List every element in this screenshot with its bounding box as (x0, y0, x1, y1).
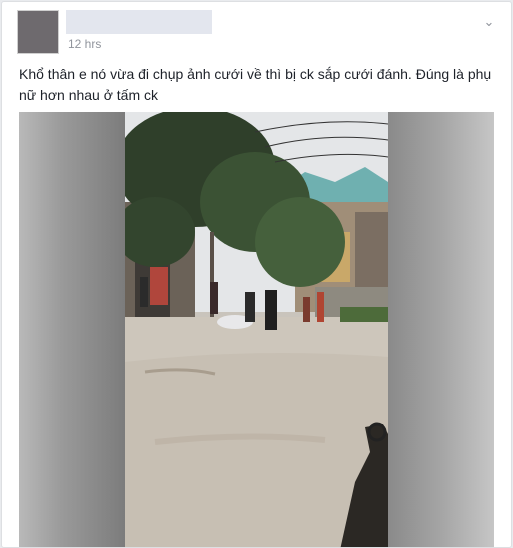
video-frame[interactable] (125, 112, 388, 547)
video-player[interactable] (19, 112, 494, 547)
video-blur-left (19, 112, 125, 547)
chevron-down-icon[interactable]: ⌄ (481, 14, 497, 30)
avatar[interactable] (17, 10, 59, 54)
post-timestamp[interactable]: 12 hrs (68, 37, 101, 51)
video-blur-right (388, 112, 494, 547)
author-name-redacted[interactable] (66, 10, 212, 34)
post-card: 12 hrs ⌄ Khổ thân e nó vừa đi chụp ảnh c… (1, 1, 512, 548)
post-text: Khổ thân e nó vừa đi chụp ảnh cưới về th… (19, 66, 492, 103)
street-scene-image (125, 112, 388, 547)
